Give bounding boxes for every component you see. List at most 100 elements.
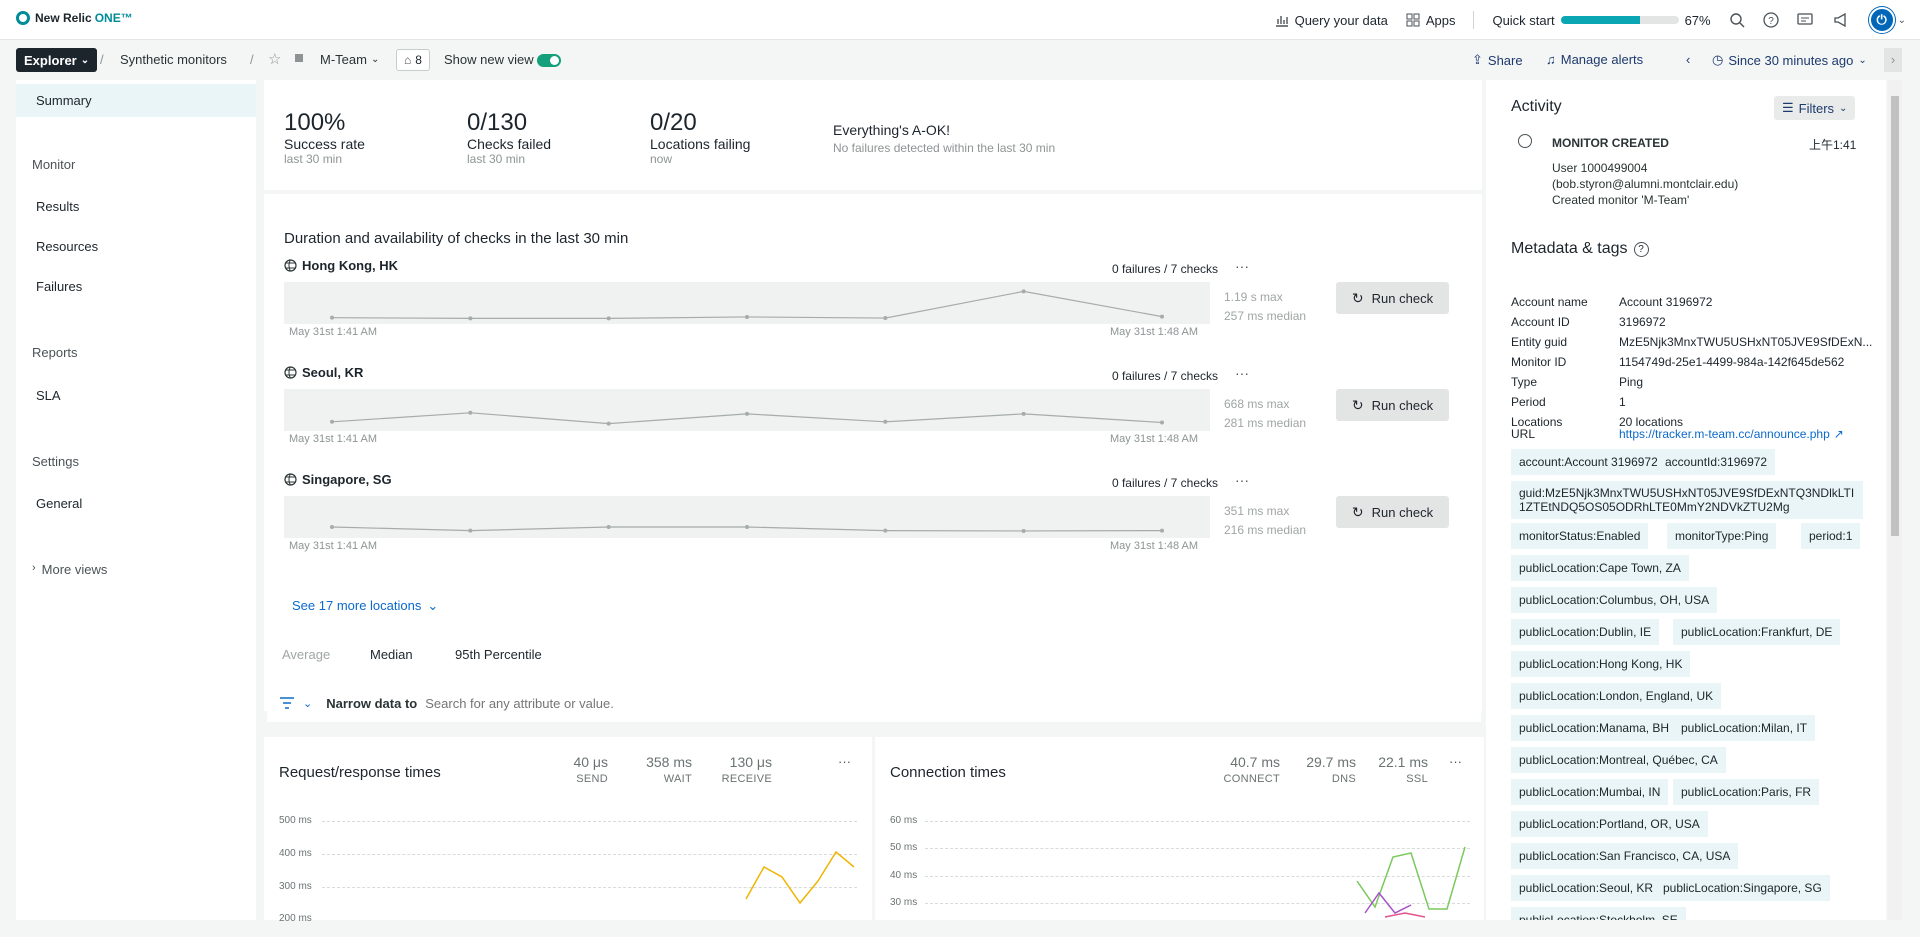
avatar: ⏻	[1868, 7, 1895, 33]
tag-chip[interactable]: publicLocation:Milan, IT	[1673, 715, 1816, 741]
duration-point[interactable]	[745, 525, 749, 529]
breadcrumb-separator: /	[100, 52, 104, 67]
activity-details: User 1000499004 (bob.styron@alumni.montc…	[1552, 161, 1739, 207]
tag-chip[interactable]: publicLocation:Cape Town, ZA	[1511, 555, 1689, 581]
more-options-icon[interactable]: ···	[1235, 258, 1249, 274]
duration-stats: 1.19 s max 257 ms median	[1224, 290, 1307, 323]
filter-icon[interactable]	[279, 697, 295, 709]
sidebar-item-general[interactable]: General	[36, 496, 82, 511]
median-button[interactable]: Median	[356, 639, 427, 671]
average-button[interactable]: Average	[268, 639, 345, 671]
tag-chip[interactable]: account:Account 3196972	[1511, 449, 1666, 475]
duration-point[interactable]	[468, 316, 473, 321]
p95-button[interactable]: 95th Percentile	[441, 639, 556, 671]
quick-start-button[interactable]: Quick start 67%	[1492, 13, 1710, 28]
share-icon: ⇪	[1472, 52, 1483, 67]
sidebar-item-failures[interactable]: Failures	[36, 279, 82, 294]
series-line	[745, 850, 855, 905]
sidebar-item-sla[interactable]: SLA	[36, 388, 61, 403]
duration-point[interactable]	[1021, 528, 1026, 533]
duration-point[interactable]	[883, 528, 888, 533]
show-new-view-toggle[interactable]	[537, 54, 561, 67]
tag-chip[interactable]: publicLocation:London, England, UK	[1511, 683, 1722, 709]
duration-point[interactable]	[1160, 420, 1164, 425]
tag-chip[interactable]: publicLocation:Frankfurt, DE	[1673, 619, 1841, 645]
star-icon[interactable]: ☆	[268, 50, 281, 68]
help-icon[interactable]: ?	[1762, 12, 1779, 28]
scrollbar-thumb[interactable]	[1891, 96, 1899, 536]
tag-chip[interactable]: guid:MzE5Njk3MnxTWU5USHxNT05JVE9SfDExNTQ…	[1511, 481, 1863, 519]
manage-alerts-button[interactable]: ♫ Manage alerts	[1546, 52, 1643, 67]
series-line	[1364, 891, 1412, 914]
more-options-icon[interactable]: ···	[1235, 472, 1249, 488]
duration-point[interactable]	[1160, 528, 1164, 533]
explorer-menu-button[interactable]: Explorer ⌄	[16, 48, 98, 72]
see-more-locations-link[interactable]: See 17 more locations ⌄	[292, 598, 438, 614]
duration-point[interactable]	[468, 410, 473, 415]
run-check-button[interactable]: ↻ Run check	[1336, 496, 1449, 528]
sidebar-item-results[interactable]: Results	[36, 199, 79, 214]
tag-chip[interactable]: monitorStatus:Enabled	[1511, 523, 1649, 549]
metadata-row: Entity guid MzE5Njk3MnxTWU5USHxNT05JVE9Sf…	[1511, 335, 1873, 349]
duration-point[interactable]	[883, 316, 888, 321]
breadcrumb-synthetic-monitors[interactable]: Synthetic monitors	[120, 52, 227, 67]
duration-point[interactable]	[606, 316, 611, 321]
help-icon[interactable]: ?	[1633, 241, 1649, 257]
time-next-button[interactable]: ›	[1884, 48, 1902, 72]
time-prev-button[interactable]: ‹	[1686, 52, 1690, 67]
duration-point[interactable]	[330, 525, 334, 529]
run-check-button[interactable]: ↻ Run check	[1336, 282, 1449, 314]
activity-filters-button[interactable]: ☰ Filters ⌄	[1774, 96, 1856, 120]
time-picker[interactable]: ◷ Since 30 minutes ago ⌄	[1712, 52, 1867, 68]
tag-chip[interactable]: publicLocation:Stockholm, SE	[1511, 907, 1686, 920]
duration-point[interactable]	[468, 528, 473, 533]
clock-icon: ◷	[1712, 52, 1724, 67]
duration-point[interactable]	[1021, 289, 1026, 294]
duration-point[interactable]	[1021, 411, 1026, 416]
tag-chip[interactable]: publicLocation:Seoul, KR	[1511, 875, 1662, 901]
share-button[interactable]: ⇪ Share	[1472, 52, 1523, 68]
more-options-icon[interactable]: ···	[1235, 365, 1249, 381]
entity-switcher[interactable]: M-Team ⌄	[320, 52, 379, 67]
chevron-down-icon[interactable]: ⌄	[303, 697, 312, 710]
duration-point[interactable]	[606, 421, 611, 426]
tag-chip[interactable]: publicLocation:Columbus, OH, USA	[1511, 587, 1718, 613]
apps-button[interactable]: Apps	[1406, 13, 1455, 28]
announcements-icon[interactable]	[1833, 12, 1851, 28]
tag-chip[interactable]: monitorType:Ping	[1667, 523, 1777, 549]
sidebar-item-resources[interactable]: Resources	[36, 239, 98, 254]
duration-point[interactable]	[330, 315, 334, 320]
tag-chip[interactable]: publicLocation:Dublin, IE	[1511, 619, 1660, 645]
query-your-data-button[interactable]: Query your data	[1275, 13, 1388, 28]
tag-chip[interactable]: publicLocation:Paris, FR	[1673, 779, 1820, 805]
tag-chip[interactable]: accountId:3196972	[1657, 449, 1776, 475]
right-panel-scrollbar[interactable]	[1888, 80, 1902, 920]
url-link[interactable]: https://tracker.m-team.cc/announce.php ↗	[1619, 427, 1844, 441]
tag-chip[interactable]: publicLocation:Singapore, SG	[1655, 875, 1830, 901]
new-relic-logo[interactable]: New Relic ONE™	[16, 11, 133, 25]
tag-chip[interactable]: publicLocation:Hong Kong, HK	[1511, 651, 1691, 677]
sidebar-more-views[interactable]: › More views	[32, 562, 107, 577]
chevron-down-icon: ⌄	[370, 54, 380, 65]
tag-chip[interactable]: publicLocation:Montreal, Québec, CA	[1511, 747, 1726, 773]
tag-chip[interactable]: publicLocation:Portland, OR, USA	[1511, 811, 1708, 837]
user-menu[interactable]: ⏻ ⌄	[1868, 7, 1906, 33]
tag-chip[interactable]: publicLocation:Mumbai, IN	[1511, 779, 1669, 805]
tag-chip[interactable]: period:1	[1801, 523, 1861, 549]
tags-button[interactable]: ⌂ 8	[396, 49, 430, 71]
narrow-data-input[interactable]	[425, 695, 926, 711]
duration-point[interactable]	[745, 314, 749, 319]
sidebar-item-summary[interactable]: Summary	[16, 84, 256, 117]
run-check-button[interactable]: ↻ Run check	[1336, 389, 1449, 421]
tag-chip[interactable]: publicLocation:San Francisco, CA, USA	[1511, 843, 1739, 869]
feedback-icon[interactable]	[1796, 12, 1815, 28]
duration-point[interactable]	[1160, 314, 1164, 319]
duration-point[interactable]	[606, 525, 611, 529]
duration-point[interactable]	[745, 411, 749, 416]
search-icon[interactable]	[1729, 12, 1745, 28]
tag-chip[interactable]: publicLocation:Manama, BH	[1511, 715, 1678, 741]
request-response-chart	[745, 850, 855, 905]
duration-point[interactable]	[330, 419, 334, 424]
duration-point[interactable]	[883, 419, 888, 424]
chart-end-time: May 31st 1:48 AM	[1110, 540, 1199, 552]
